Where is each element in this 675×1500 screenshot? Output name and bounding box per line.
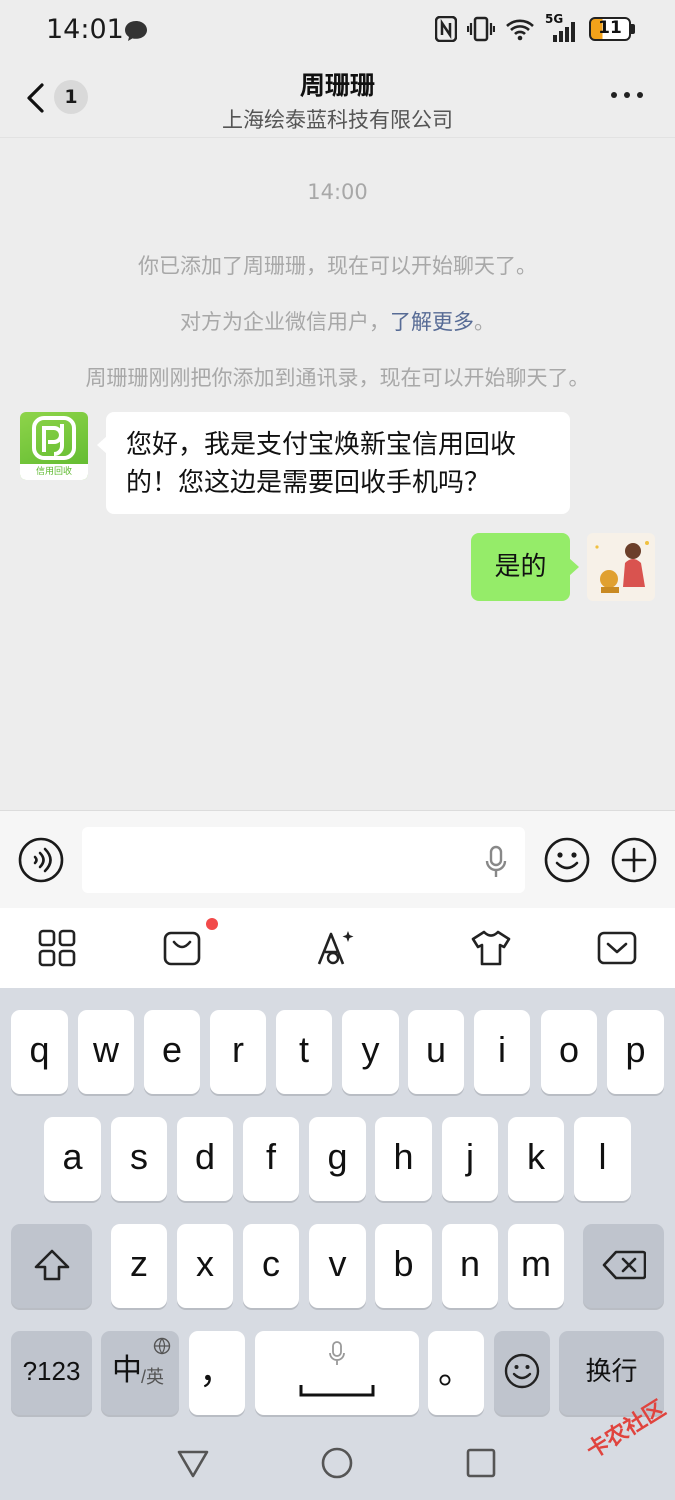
key-o[interactable]: o [541,1010,597,1094]
period-key[interactable]: 。 [428,1331,484,1415]
status-icons: 5G 11 [435,12,635,42]
tshirt-theme-icon[interactable] [471,928,511,968]
key-a[interactable]: a [44,1117,101,1201]
learn-more-link[interactable]: 了解更多 [390,310,474,334]
enterprise-notice-suffix: 。 [474,310,495,334]
backspace-key[interactable] [583,1224,664,1308]
message-input[interactable] [82,827,525,893]
wifi-icon [506,19,534,41]
key-q[interactable]: q [11,1010,68,1094]
shift-key[interactable] [11,1224,92,1308]
key-z[interactable]: z [111,1224,167,1308]
signal-icon: 5G [545,12,579,42]
key-d[interactable]: d [177,1117,233,1201]
keyboard-emoji-icon [504,1353,540,1389]
key-f[interactable]: f [243,1117,299,1201]
voice-input-toggle-icon[interactable] [18,837,64,883]
shopping-bag-icon[interactable] [162,928,202,968]
key-e[interactable]: e [144,1010,200,1094]
keyboard-toolbar [0,908,675,988]
incoming-message-bubble[interactable]: 您好，我是支付宝焕新宝信用回收 的！您这边是需要回收手机吗？ [97,412,570,514]
incoming-message-line: 您好，我是支付宝焕新宝信用回收 [126,430,517,460]
chat-timestamp: 14:00 [307,180,368,204]
apps-grid-icon[interactable] [37,928,77,968]
key-k[interactable]: k [508,1117,564,1201]
nfc-icon [435,16,457,42]
globe-icon [153,1337,171,1355]
status-bar: 14:01 5G 11 [0,0,675,62]
emoji-icon[interactable] [544,837,590,883]
contact-name: 周珊珊 [299,71,375,100]
key-j[interactable]: j [442,1117,498,1201]
contact-avatar[interactable]: 信用回收 [20,412,88,480]
ai-assistant-icon[interactable] [315,928,355,968]
key-v[interactable]: v [309,1224,366,1308]
key-i[interactable]: i [474,1010,530,1094]
key-g[interactable]: g [309,1117,366,1201]
numbers-key[interactable]: ?123 [11,1331,92,1415]
comma-key[interactable]: ， [189,1331,245,1415]
language-switch-key[interactable]: 中 /英 [101,1331,179,1415]
microphone-icon[interactable] [484,845,508,879]
nav-back-icon[interactable] [176,1446,210,1480]
outgoing-message-bubble[interactable]: 是的 [471,533,579,601]
shift-arrow-icon [34,1249,69,1281]
key-x[interactable]: x [177,1224,233,1308]
system-message-added: 你已添加了周珊珊，现在可以开始聊天了。 [138,254,537,278]
key-w[interactable]: w [78,1010,134,1094]
credit-recycle-logo-icon [32,416,76,460]
contact-company: 上海绘泰蓝科技有限公司 [222,108,453,132]
key-y[interactable]: y [342,1010,399,1094]
key-t[interactable]: t [276,1010,332,1094]
enterprise-notice-text: 对方为企业微信用户， [180,310,390,334]
hide-keyboard-icon[interactable] [597,928,637,968]
key-c[interactable]: c [243,1224,299,1308]
space-mic-icon [329,1341,345,1365]
girl-with-dog-illustration-icon [595,541,649,593]
status-time: 14:01 [46,14,124,45]
system-message-contact-added: 周珊珊刚刚把你添加到通讯录，现在可以开始聊天了。 [85,366,590,390]
key-l[interactable]: l [574,1117,631,1201]
chat-header: 1 周珊珊 上海绘泰蓝科技有限公司 [0,62,675,138]
key-b[interactable]: b [375,1224,432,1308]
incoming-message-line: 的！您这边是需要回收手机吗？ [126,468,491,498]
key-r[interactable]: r [210,1010,266,1094]
soft-keyboard: q w e r t y u i o p a s d f g h j k l z … [0,988,675,1420]
key-u[interactable]: u [408,1010,464,1094]
key-s[interactable]: s [111,1117,167,1201]
message-input-bar [0,810,675,908]
space-key[interactable] [255,1331,419,1415]
nav-home-icon[interactable] [320,1446,354,1480]
backspace-icon [602,1250,646,1280]
language-key-main: 中 [112,1354,142,1387]
navigation-bar [0,1420,675,1500]
key-p[interactable]: p [607,1010,664,1094]
user-avatar[interactable] [587,533,655,601]
battery-level: 11 [598,18,622,38]
avatar-caption: 信用回收 [20,464,88,480]
vibrate-icon [467,16,495,42]
key-n[interactable]: n [442,1224,498,1308]
space-bar-icon [299,1385,375,1397]
plus-more-icon[interactable] [611,837,657,883]
battery-icon: 11 [589,17,635,41]
key-h[interactable]: h [375,1117,432,1201]
message-notification-icon [125,21,147,41]
more-options-icon[interactable] [611,92,643,100]
emoji-key[interactable] [494,1331,550,1415]
key-m[interactable]: m [508,1224,564,1308]
nav-recents-icon[interactable] [464,1446,498,1480]
enterprise-notice: 对方为企业微信用户，了解更多。 [0,306,675,336]
notification-dot [206,918,218,930]
